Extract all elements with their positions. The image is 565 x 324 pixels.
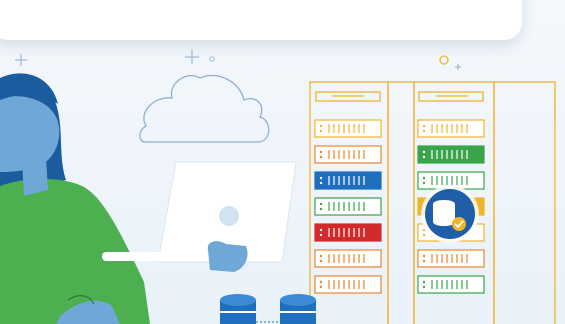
server-slot [314, 119, 382, 138]
server-slots-left [314, 119, 382, 294]
database-icon [433, 200, 455, 226]
server-slot [314, 197, 382, 216]
plus-icon [15, 50, 461, 70]
laptop-logo [219, 206, 239, 226]
illustration [0, 50, 556, 324]
person-illustration [0, 73, 150, 324]
check-icon [452, 217, 466, 231]
laptop-illustration [102, 161, 297, 272]
cloud-icon [139, 74, 270, 143]
sparkle-ring [439, 55, 449, 65]
server-slot [314, 145, 382, 164]
database-badge [421, 185, 479, 243]
server-slot [417, 249, 485, 268]
server-slot [314, 171, 382, 190]
server-slot [417, 275, 485, 294]
server-slot [314, 223, 382, 242]
server-slot [417, 145, 485, 164]
sparkle-dot [209, 56, 215, 62]
database-icon [220, 294, 316, 324]
server-slot [314, 275, 382, 294]
server-slot [314, 249, 382, 268]
server-slot [417, 119, 485, 138]
